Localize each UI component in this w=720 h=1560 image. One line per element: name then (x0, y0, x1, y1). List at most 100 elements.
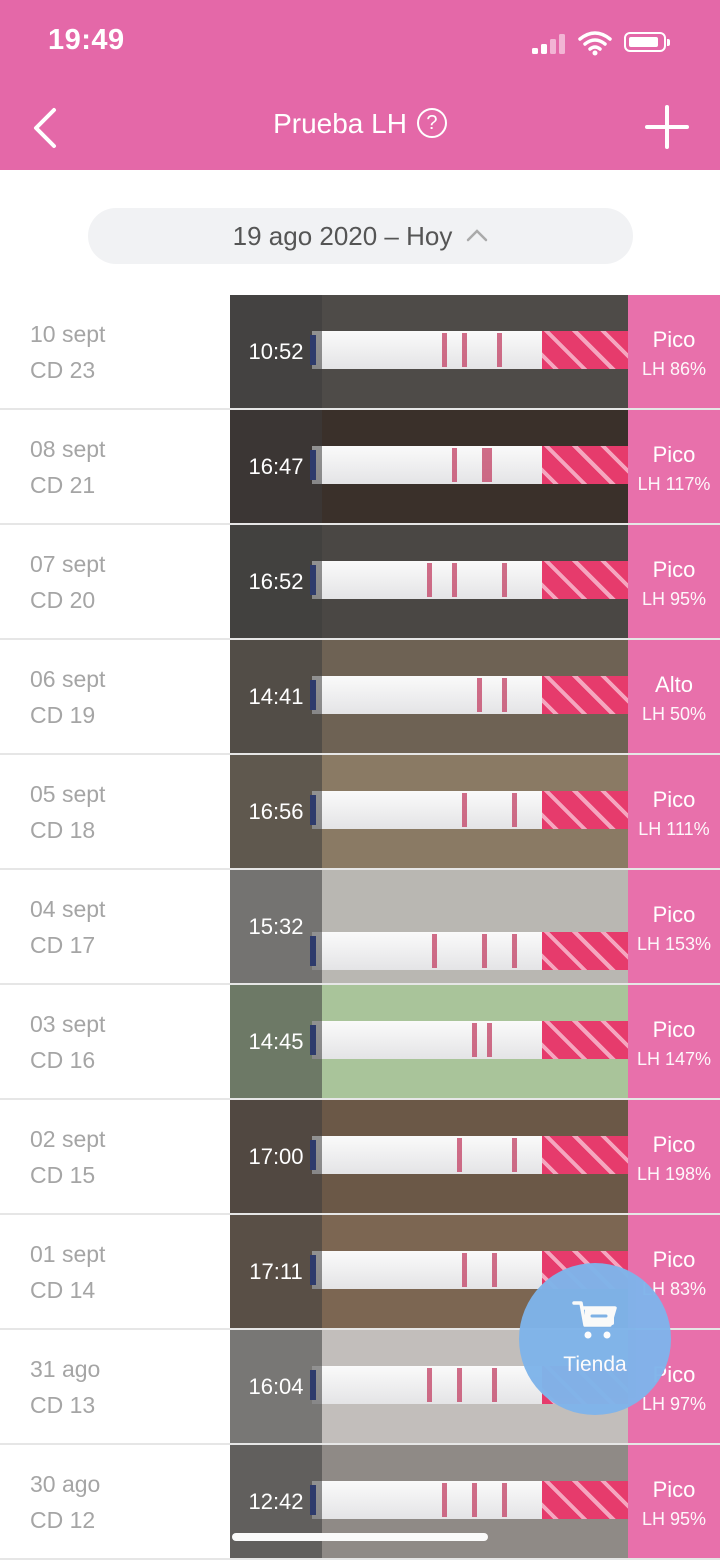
date-range-selector[interactable]: 19 ago 2020 – Hoy (88, 208, 633, 264)
list-item[interactable]: 06 sept CD 19 14:41 Alto LH 50% (0, 640, 720, 755)
entry-cycle-day: CD 18 (30, 817, 96, 843)
entry-cycle-day: CD 23 (30, 357, 96, 383)
shop-label: Tienda (563, 1353, 627, 1376)
list-item[interactable]: 07 sept CD 20 16:52 Pico LH 95% (0, 525, 720, 640)
result-badge: Pico LH 117% (628, 410, 720, 523)
signal-icon (532, 34, 568, 54)
entry-date: 10 sept (30, 321, 106, 347)
entry-cycle-day: CD 12 (30, 1507, 96, 1533)
entry-cycle-day: CD 17 (30, 932, 96, 958)
test-strip-photo[interactable]: 12:42 (230, 1445, 628, 1558)
header: 19:49 Prueba LH? (0, 0, 720, 170)
entry-time: 17:00 (248, 1144, 304, 1169)
test-strip (310, 932, 628, 970)
list-item[interactable]: 04 sept CD 17 15:32 Pico LH 153% (0, 870, 720, 985)
result-lh-value: LH 95% (641, 1509, 707, 1529)
result-status: Pico (652, 327, 696, 352)
result-badge: Pico LH 153% (628, 870, 720, 983)
entry-time: 15:32 (248, 914, 304, 939)
page-title-text: Prueba LH (273, 108, 407, 139)
result-status: Pico (652, 1247, 696, 1272)
entry-time: 14:45 (248, 1029, 304, 1054)
entry-date: 08 sept (30, 436, 106, 462)
entry-time: 16:04 (248, 1374, 304, 1399)
list-item[interactable]: 03 sept CD 16 14:45 Pico LH 147% (0, 985, 720, 1100)
chevron-up-icon (467, 229, 488, 242)
result-lh-value: LH 147% (636, 1049, 712, 1069)
result-lh-value: LH 117% (637, 474, 711, 494)
test-strip-photo[interactable]: 10:52 (230, 295, 628, 408)
entry-cycle-day: CD 21 (30, 472, 96, 498)
cart-icon (572, 1301, 617, 1339)
test-strip-photo[interactable]: 14:41 (230, 640, 628, 753)
entry-cycle-day: CD 20 (30, 587, 96, 613)
list-item[interactable]: 05 sept CD 18 16:56 Pico LH 111% (0, 755, 720, 870)
result-status: Pico (652, 1477, 696, 1502)
entry-date: 05 sept (30, 781, 106, 807)
result-status: Pico (652, 787, 696, 812)
result-status: Pico (652, 902, 696, 927)
result-badge: Pico LH 147% (628, 985, 720, 1098)
entry-time: 12:42 (248, 1489, 304, 1514)
result-badge: Pico LH 198% (628, 1100, 720, 1213)
status-time: 19:49 (48, 24, 125, 56)
entry-cycle-day: CD 16 (30, 1047, 96, 1073)
list-item[interactable]: 08 sept CD 21 16:47 Pico LH 117% (0, 410, 720, 525)
result-lh-value: LH 86% (641, 359, 707, 379)
entry-time: 16:47 (248, 454, 304, 479)
entry-time: 16:56 (248, 799, 304, 824)
entry-date: 30 ago (30, 1471, 101, 1497)
home-indicator[interactable] (232, 1533, 488, 1541)
test-strip-photo[interactable]: 15:32 (230, 870, 628, 983)
entry-time: 17:11 (249, 1259, 303, 1284)
entry-time: 16:52 (248, 569, 304, 594)
test-strip (310, 1021, 628, 1059)
entry-date: 07 sept (30, 551, 106, 577)
result-status: Pico (652, 1017, 696, 1042)
result-lh-value: LH 198% (636, 1164, 712, 1184)
result-lh-value: LH 111% (638, 819, 710, 839)
entry-cycle-day: CD 13 (30, 1392, 96, 1418)
test-strip (310, 1481, 628, 1519)
list-item[interactable]: 02 sept CD 15 17:00 Pico LH 198% (0, 1100, 720, 1215)
test-strip (310, 1136, 628, 1174)
page-title: Prueba LH? (0, 107, 720, 141)
wifi-icon (578, 31, 612, 56)
test-strip (310, 446, 628, 484)
test-strip-photo[interactable]: 16:52 (230, 525, 628, 638)
result-badge: Alto LH 50% (628, 640, 720, 753)
result-badge: Pico LH 86% (628, 295, 720, 408)
shop-button[interactable]: Tienda (519, 1263, 671, 1415)
entry-cycle-day: CD 15 (30, 1162, 96, 1188)
list-item[interactable]: 30 ago CD 12 12:42 Pico LH 95% (0, 1445, 720, 1560)
test-strip-photo[interactable]: 16:56 (230, 755, 628, 868)
result-status: Pico (652, 442, 696, 467)
add-button[interactable] (644, 104, 690, 150)
entry-time: 14:41 (248, 684, 304, 709)
entry-cycle-day: CD 14 (30, 1277, 96, 1303)
result-lh-value: LH 95% (641, 589, 707, 609)
entry-date: 04 sept (30, 896, 106, 922)
date-range-label: 19 ago 2020 – Hoy (232, 221, 453, 251)
test-strip-photo[interactable]: 16:47 (230, 410, 628, 523)
entry-cycle-day: CD 19 (30, 702, 96, 728)
test-strip (310, 561, 628, 599)
test-strip (310, 791, 628, 829)
result-lh-value: LH 153% (636, 934, 712, 954)
test-strip-photo[interactable]: 14:45 (230, 985, 628, 1098)
entry-date: 31 ago (30, 1356, 101, 1382)
test-strip-photo[interactable]: 17:00 (230, 1100, 628, 1213)
test-strip (310, 676, 628, 714)
status-icons (532, 30, 692, 58)
entry-time: 10:52 (248, 339, 304, 364)
entry-date: 06 sept (30, 666, 106, 692)
result-badge: Pico LH 95% (628, 1445, 720, 1558)
result-status: Pico (652, 557, 696, 582)
list-item[interactable]: 10 sept CD 23 10:52 Pico LH 86% (0, 295, 720, 410)
result-status: Alto (655, 672, 693, 697)
entry-date: 02 sept (30, 1126, 106, 1152)
battery-icon (624, 32, 670, 52)
result-status: Pico (652, 1132, 696, 1157)
test-strip (310, 331, 628, 369)
help-icon[interactable]: ? (416, 107, 447, 138)
